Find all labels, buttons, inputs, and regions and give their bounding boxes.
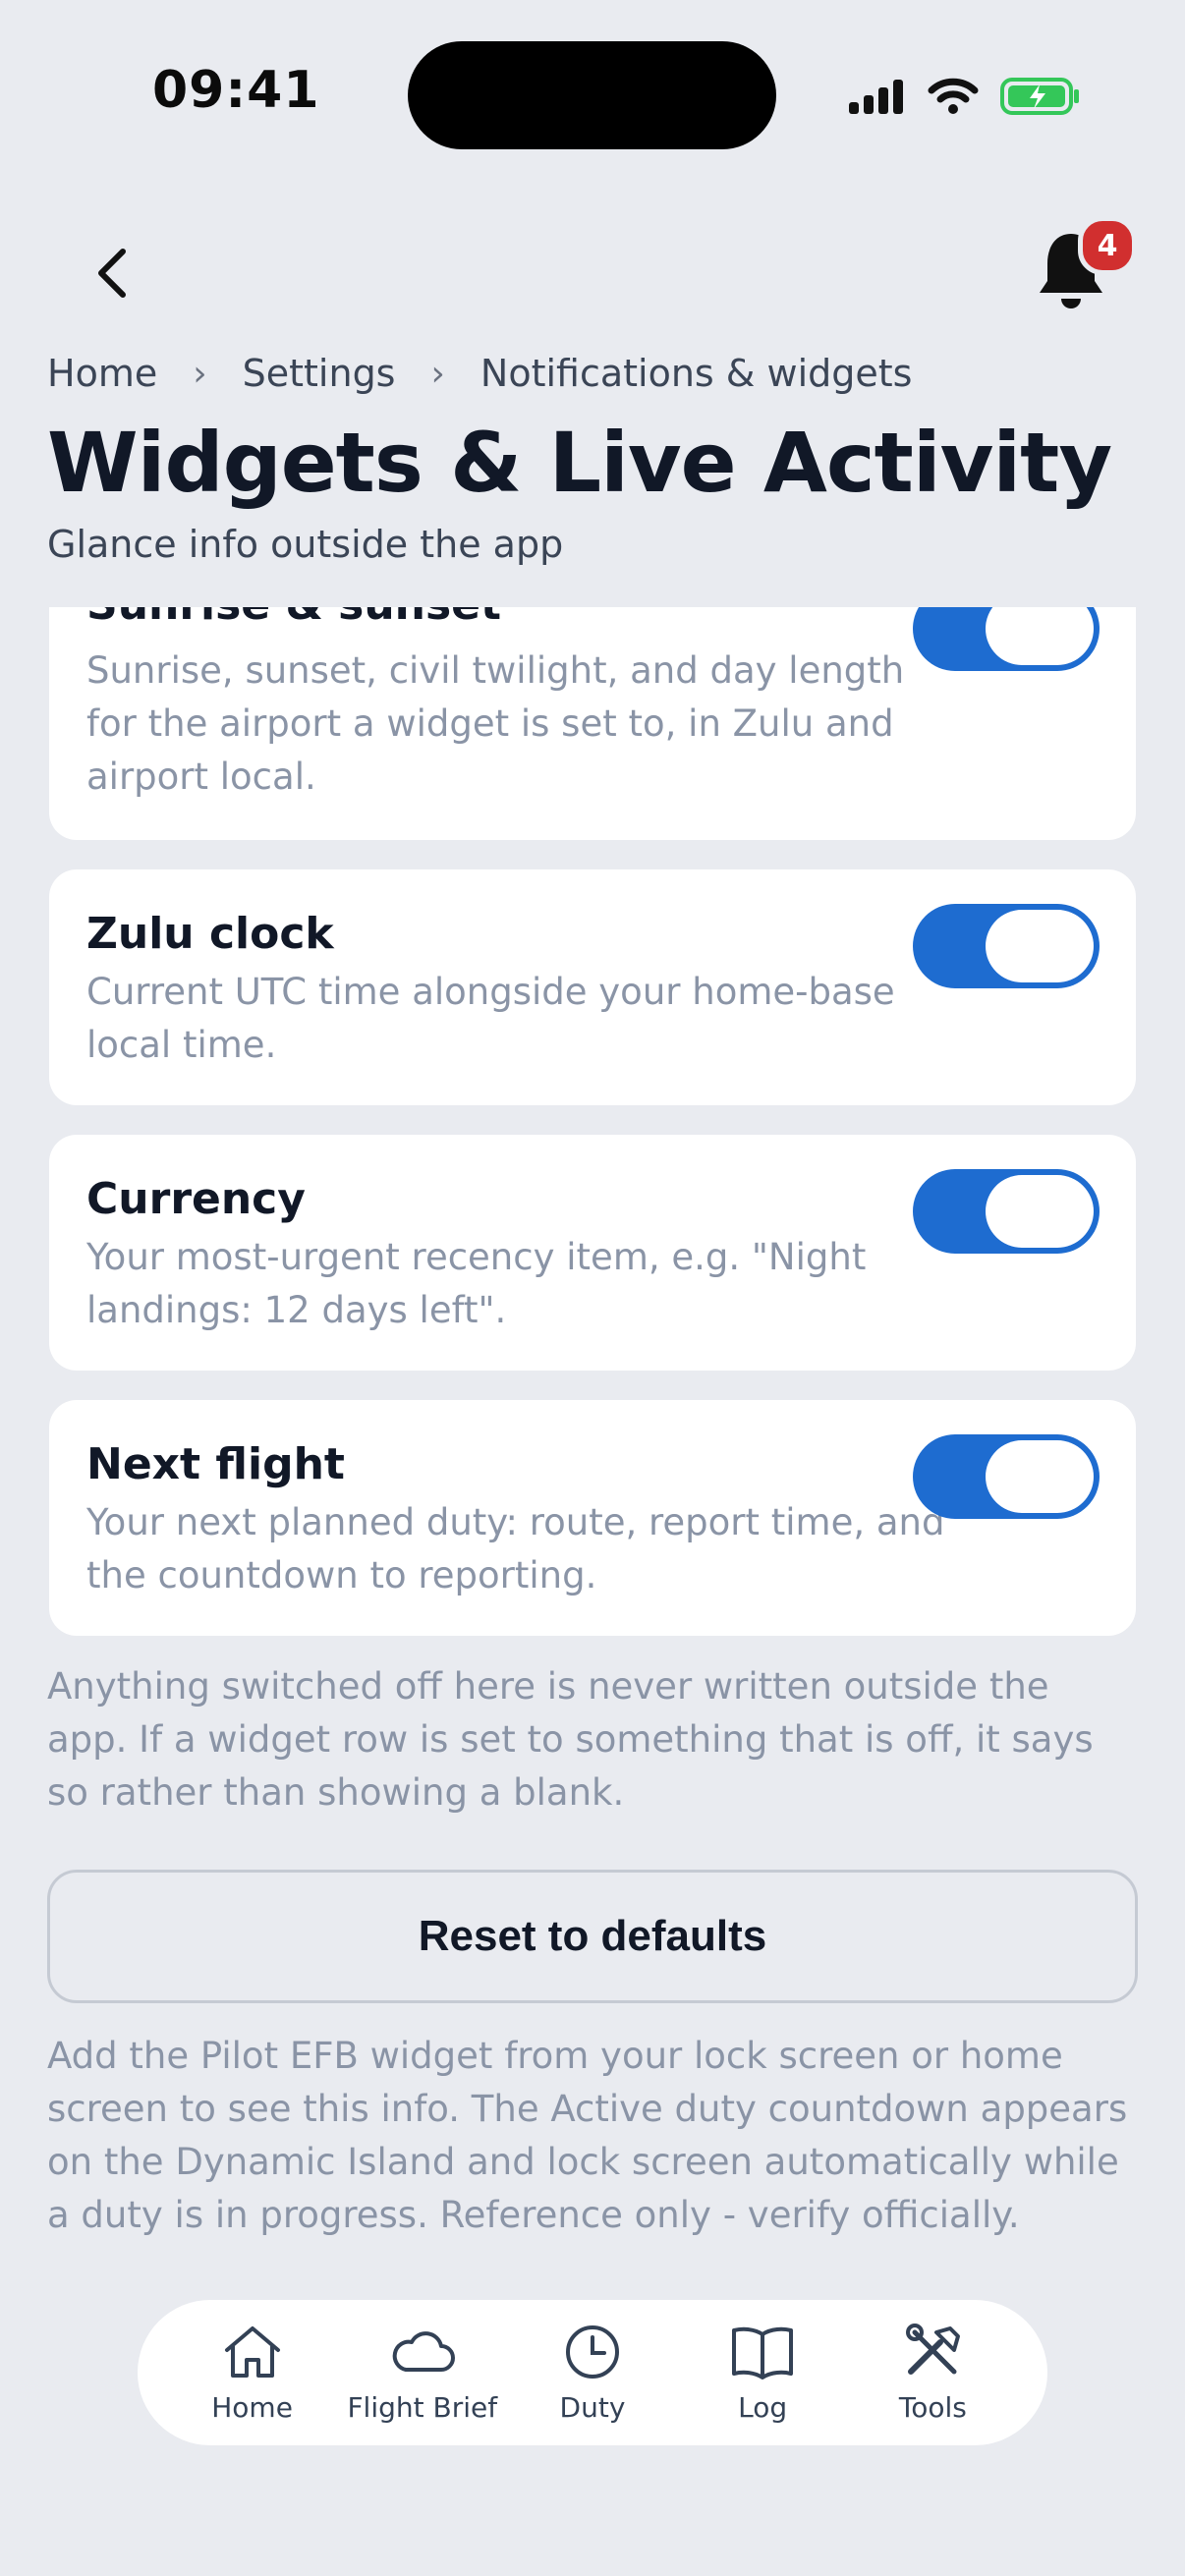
signal-icon: [849, 80, 903, 114]
setting-title: Currency: [86, 1174, 306, 1224]
chevron-left-icon: [98, 249, 126, 298]
toggle-knob: [986, 1175, 1094, 1248]
book-icon: [732, 2326, 794, 2380]
toggle-knob: [986, 1440, 1094, 1513]
wifi-icon: [928, 78, 979, 114]
breadcrumb-home[interactable]: Home: [47, 352, 157, 395]
reset-defaults-button[interactable]: Reset to defaults: [47, 1870, 1138, 2003]
tab-tools[interactable]: Tools: [854, 2323, 1011, 2424]
tab-log[interactable]: Log: [684, 2323, 841, 2424]
setting-card-currency: Currency Your most-urgent recency item, …: [49, 1135, 1136, 1371]
tab-label: Home: [211, 2390, 293, 2424]
setting-title: Sunrise & sunset: [86, 607, 501, 630]
setting-card-next-flight: Next flight Your next planned duty: rout…: [49, 1400, 1136, 1636]
widget-settings-list[interactable]: Sunrise & sunset Sunrise, sunset, civil …: [0, 607, 1185, 1649]
setting-card-sunrise-sunset: Sunrise & sunset Sunrise, sunset, civil …: [49, 607, 1136, 840]
setting-title: Zulu clock: [86, 909, 334, 959]
tab-label: Flight Brief: [347, 2390, 498, 2424]
tab-label: Tools: [898, 2390, 967, 2424]
setting-card-zulu-clock: Zulu clock Current UTC time alongside yo…: [49, 869, 1136, 1105]
toggle-knob: [986, 607, 1094, 665]
dynamic-island: [408, 41, 776, 149]
setting-description: Current UTC time alongside your home-bas…: [86, 971, 895, 1066]
currency-toggle[interactable]: [913, 1169, 1100, 1254]
setting-description: Sunrise, sunset, civil twilight, and day…: [86, 649, 905, 798]
battery-icon: [1000, 78, 1079, 115]
chevron-right-icon: ›: [430, 353, 445, 394]
breadcrumb: Home › Settings › Notifications & widget…: [47, 352, 912, 395]
status-time: 09:41: [152, 61, 320, 120]
widget-help-note: Add the Pilot EFB widget from your lock …: [47, 2035, 1128, 2236]
toggle-knob: [986, 910, 1094, 982]
status-icons: [847, 67, 1081, 126]
page-title: Widgets & Live Activity: [47, 415, 1112, 511]
setting-description: Your most-urgent recency item, e.g. "Nig…: [86, 1236, 867, 1331]
tab-bar: Home Flight Brief Duty Log Tools: [138, 2300, 1047, 2445]
sunrise-sunset-toggle[interactable]: [913, 607, 1100, 671]
tab-flight-brief[interactable]: Flight Brief: [344, 2323, 501, 2424]
home-icon: [224, 2325, 280, 2378]
cloud-icon: [392, 2330, 455, 2372]
tools-icon: [906, 2323, 961, 2375]
privacy-note: Anything switched off here is never writ…: [47, 1665, 1094, 1814]
page-subtitle: Glance info outside the app: [47, 523, 564, 566]
clock-icon: [565, 2324, 619, 2379]
tab-duty[interactable]: Duty: [514, 2323, 671, 2424]
setting-description: Your next planned duty: route, report ti…: [86, 1501, 945, 1596]
next-flight-toggle[interactable]: [913, 1434, 1100, 1519]
chevron-right-icon: ›: [193, 353, 207, 394]
zulu-clock-toggle[interactable]: [913, 904, 1100, 988]
tab-home[interactable]: Home: [174, 2323, 331, 2424]
setting-title: Next flight: [86, 1439, 345, 1489]
tab-label: Duty: [559, 2390, 626, 2424]
back-button[interactable]: [79, 234, 147, 312]
tab-label: Log: [738, 2390, 788, 2424]
notification-badge: 4: [1078, 216, 1137, 275]
breadcrumb-settings[interactable]: Settings: [243, 352, 396, 395]
breadcrumb-current: Notifications & widgets: [480, 352, 913, 395]
